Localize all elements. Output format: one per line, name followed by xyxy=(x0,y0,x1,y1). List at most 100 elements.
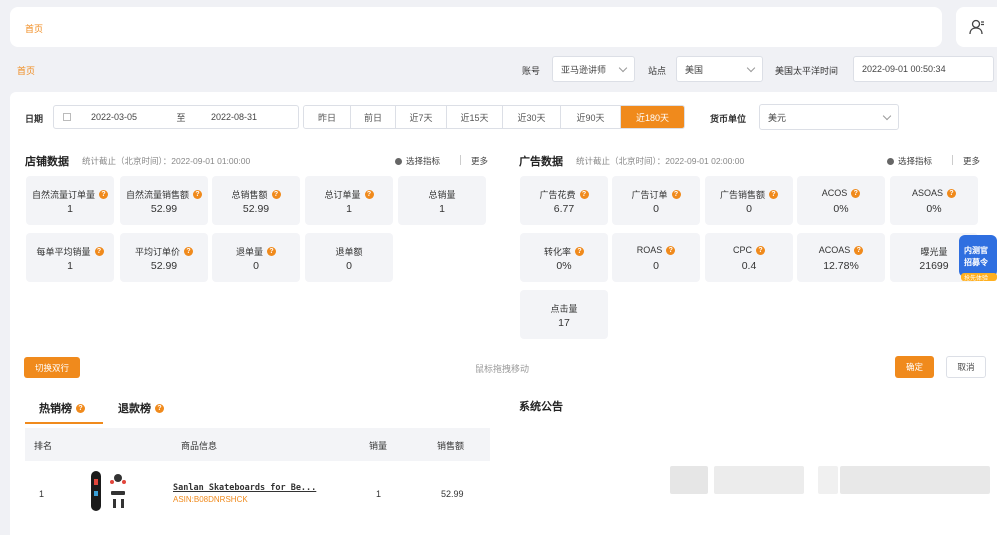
ads-metric-card[interactable]: 广告花费? 6.77 xyxy=(520,176,608,225)
metric-label: 退单量 xyxy=(235,247,263,257)
metric-title: 自然流量订单量? xyxy=(26,188,114,201)
user-button[interactable] xyxy=(956,7,997,47)
toggle-rows-button[interactable]: 切换双行 xyxy=(24,357,80,378)
date-end[interactable]: 2022-08-31 xyxy=(211,112,257,122)
ads-metric-card[interactable]: 广告销售额? 0 xyxy=(705,176,793,225)
metric-label: 退单额 xyxy=(335,247,363,257)
store-metric-card[interactable]: 退单量? 0 xyxy=(212,233,300,282)
quick-30-days[interactable]: 近30天 xyxy=(503,106,561,128)
calendar-icon xyxy=(63,113,71,121)
metric-value: 0 xyxy=(346,260,352,272)
ads-update-note: 统计截止（北京时间）：2022-09-01 02:00:00 xyxy=(576,156,745,166)
currency-select[interactable]: 美元 xyxy=(759,104,899,130)
breadcrumb[interactable]: 首页 xyxy=(17,64,35,77)
store-metric-card[interactable]: 自然流量销售额? 52.99 xyxy=(120,176,208,225)
store-metric-card[interactable]: 总订单量? 1 xyxy=(305,176,393,225)
tab-hot-label: 热销榜 xyxy=(39,403,72,415)
ads-metric-card[interactable]: ACOS? 0% xyxy=(797,176,885,225)
account-value: 亚马逊讲师 xyxy=(561,64,607,75)
ads-select-metrics[interactable]: 选择指标 xyxy=(887,155,932,167)
date-range-picker[interactable]: 2022-03-05 至 2022-08-31 xyxy=(53,105,299,129)
date-separator: 至 xyxy=(176,112,186,123)
metric-value: 1 xyxy=(67,260,73,272)
store-metric-card[interactable]: 退单额 0 xyxy=(305,233,393,282)
quick-yesterday[interactable]: 昨日 xyxy=(304,106,351,128)
skateboard-image xyxy=(91,471,126,511)
ads-metric-card[interactable]: ASOAS? 0% xyxy=(890,176,978,225)
ads-metric-card[interactable]: ACOAS? 12.78% xyxy=(797,233,885,282)
store-select-label: 选择指标 xyxy=(406,156,441,166)
store-metric-card[interactable]: 总销售额? 52.99 xyxy=(212,176,300,225)
quick-15-days[interactable]: 近15天 xyxy=(447,106,503,128)
metric-label: 曝光量 xyxy=(920,247,948,257)
metric-value: 0 xyxy=(653,203,659,215)
ads-section-title: 广告数据 xyxy=(519,156,563,168)
metric-title: 总销售额? xyxy=(212,188,300,201)
metric-title: ACOS? xyxy=(797,188,885,198)
top-bar: 首页 xyxy=(10,7,942,47)
metric-title: 每单平均销量? xyxy=(26,245,114,258)
top-breadcrumb[interactable]: 首页 xyxy=(25,22,43,35)
table-header: 排名 商品信息 销量 销售额 xyxy=(25,428,490,461)
metric-title: ACOAS? xyxy=(797,245,885,255)
timezone-label: 美国太平洋时间 xyxy=(775,66,839,76)
ads-metric-card[interactable]: 点击量 17 xyxy=(520,290,608,339)
cancel-button[interactable]: 取消 xyxy=(946,356,986,378)
row-rank: 1 xyxy=(39,489,45,499)
store-metric-card[interactable]: 每单平均销量? 1 xyxy=(26,233,114,282)
account-select[interactable]: 亚马逊讲师 xyxy=(552,56,635,82)
help-icon: ? xyxy=(671,190,681,199)
quick-90-days[interactable]: 近90天 xyxy=(561,106,621,128)
metric-label: ASOAS xyxy=(911,188,943,198)
timezone-value: 2022-09-01 00:50:34 xyxy=(862,64,946,74)
metric-title: CPC? xyxy=(705,245,793,255)
confirm-button[interactable]: 确定 xyxy=(895,356,934,378)
metric-title: 广告订单? xyxy=(612,188,700,201)
ads-metric-card[interactable]: 广告订单? 0 xyxy=(612,176,700,225)
metric-value: 6.77 xyxy=(553,203,575,215)
metric-value: 0% xyxy=(926,203,942,215)
ads-more-link[interactable]: 更多 xyxy=(963,155,980,167)
notice-title: 系统公告 xyxy=(519,401,563,413)
date-start[interactable]: 2022-03-05 xyxy=(91,112,161,122)
tab-hot-sales[interactable]: 热销榜 ? xyxy=(39,400,85,416)
store-metric-card[interactable]: 总销量 1 xyxy=(398,176,486,225)
help-icon: ? xyxy=(579,190,589,199)
tab-refund[interactable]: 退款榜 ? xyxy=(118,400,164,416)
store-metric-card[interactable]: 平均订单价? 52.99 xyxy=(120,233,208,282)
active-tab-indicator xyxy=(25,422,103,424)
metric-title: ROAS? xyxy=(612,245,700,255)
metric-value: 0 xyxy=(653,260,659,272)
metric-value: 0 xyxy=(253,260,259,272)
ads-metric-card[interactable]: ROAS? 0 xyxy=(612,233,700,282)
metric-value: 17 xyxy=(558,317,570,329)
drag-hint: 鼠标拖拽移动 xyxy=(475,364,530,374)
store-metric-card[interactable]: 自然流量订单量? 1 xyxy=(26,176,114,225)
metric-title: 广告花费? xyxy=(520,188,608,201)
help-icon: ? xyxy=(769,190,778,199)
quick-180-days[interactable]: 近180天 xyxy=(621,106,684,128)
beta-recruit-badge[interactable]: 内测官 招募令 抢先体验 xyxy=(958,233,997,283)
metric-title: 转化率? xyxy=(520,245,608,258)
metric-title: 总订单量? xyxy=(305,188,393,201)
product-name-link[interactable]: Sanlan Skateboards for Be... xyxy=(173,483,316,493)
quick-7-days[interactable]: 近7天 xyxy=(396,106,447,128)
metric-value: 52.99 xyxy=(150,260,178,272)
col-sales: 销售额 xyxy=(437,441,465,451)
account-label: 账号 xyxy=(522,66,541,76)
divider xyxy=(952,155,953,165)
metric-value: 0 xyxy=(746,203,752,215)
metric-value: 12.78% xyxy=(823,260,859,272)
ads-metric-card[interactable]: 转化率? 0% xyxy=(520,233,608,282)
help-icon: ? xyxy=(99,190,108,199)
metric-title: 广告销售额? xyxy=(705,188,793,201)
quick-day-before[interactable]: 前日 xyxy=(351,106,396,128)
ads-metric-card[interactable]: CPC? 0.4 xyxy=(705,233,793,282)
store-update-note: 统计截止（北京时间）：2022-09-01 01:00:00 xyxy=(82,156,251,166)
product-thumbnail[interactable] xyxy=(88,469,132,513)
store-more-link[interactable]: 更多 xyxy=(471,155,488,167)
store-select-metrics[interactable]: 选择指标 xyxy=(395,155,440,167)
site-select[interactable]: 美国 xyxy=(676,56,763,82)
metric-label: 自然流量销售额 xyxy=(125,190,189,200)
metric-title: 自然流量销售额? xyxy=(120,188,208,201)
